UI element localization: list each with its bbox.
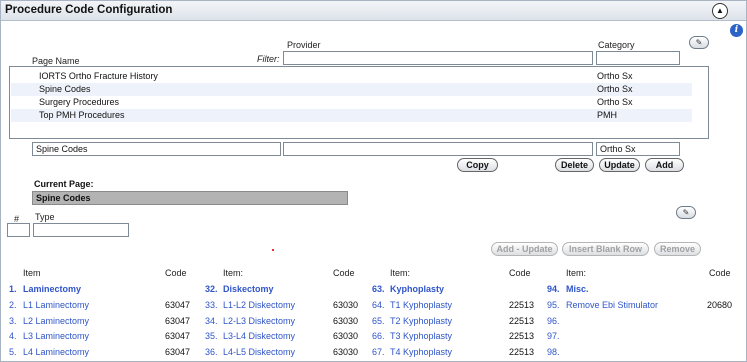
table-row-item[interactable]: L4-L5 Diskectomy [223,347,295,358]
number-input[interactable] [7,223,30,237]
row-number: 65. [372,316,385,326]
table-row-item[interactable]: Misc. [566,284,589,295]
procedure-code-config-panel: Procedure Code Configuration ▲ i Provide… [0,0,747,362]
table-row-item[interactable]: Laminectomy [23,284,81,295]
row-number: 2. [9,300,17,310]
row-number: 35. [205,331,218,341]
clear-entry-eraser-icon[interactable]: ✎ [676,206,696,219]
list-item[interactable]: Top PMH Procedures PMH [11,109,692,122]
info-icon[interactable]: i [730,24,743,37]
delete-button[interactable]: Delete [555,158,594,172]
table-row-code: 22513 [509,331,535,341]
table-row-item[interactable]: Remove Ebi Stimulator [566,300,658,311]
table-row-code: 63047 [165,347,191,357]
row-number: 64. [372,300,385,310]
row-number: 3. [9,316,17,326]
row-number: 33. [205,300,218,310]
type-input[interactable] [33,223,129,237]
list-item[interactable]: Spine Codes Ortho Sx [11,83,692,96]
list-item[interactable]: IORTS Ortho Fracture History Ortho Sx [11,70,692,83]
column-header-code-3: Code [509,268,531,278]
table-row-item[interactable]: L3-L4 Diskectomy [223,331,295,342]
column-header-item-1: Item [23,268,41,278]
table-row-item[interactable]: L4 Laminectomy [23,347,89,358]
table-row-code: 63047 [165,300,191,310]
table-row-item[interactable]: Diskectomy [223,284,274,295]
remove-button[interactable]: Remove [654,242,701,256]
table-row-item[interactable]: L1 Laminectomy [23,300,89,311]
table-row-code: 63030 [333,347,359,357]
column-header-code-4: Code [709,268,731,278]
table-row-code: 63047 [165,331,191,341]
category-label: Category [598,40,635,50]
chevron-up-icon[interactable]: ▲ [712,3,728,19]
column-header-code-2: Code [333,268,355,278]
provider-input[interactable] [283,142,593,156]
table-row-code: 63030 [333,316,359,326]
row-number: 1. [9,284,17,294]
provider-filter-input[interactable] [283,51,593,65]
table-row-code: 63030 [333,300,359,310]
table-row-item[interactable]: L1-L2 Diskectomy [223,300,295,311]
row-number: 98. [547,347,560,357]
row-number: 67. [372,347,385,357]
row-number: 5. [9,347,17,357]
type-label: Type [35,212,55,222]
row-number: 94. [547,284,560,294]
table-row-item[interactable]: T2 Kyphoplasty [390,316,452,327]
current-page-value: Spine Codes [32,191,348,205]
table-row-item[interactable]: L2-L3 Diskectomy [223,316,295,327]
page-name-input[interactable] [32,142,281,156]
column-header-item-2: Item: [223,268,244,278]
table-row-code: 63047 [165,316,191,326]
filter-label: Filter: [257,54,280,64]
list-item[interactable]: Surgery Procedures Ortho Sx [11,96,692,109]
category-filter-input[interactable] [596,51,680,65]
row-number: 95. [547,300,560,310]
row-number: 66. [372,331,385,341]
table-row-code: 22513 [509,347,535,357]
title-bar: Procedure Code Configuration ▲ [1,1,746,21]
add-update-button[interactable]: Add - Update [491,242,558,256]
column-header-item-4: Item: [566,268,587,278]
current-page-label: Current Page: [34,179,94,189]
red-dot [272,249,274,251]
page-name-label: Page Name [32,56,80,66]
category-input[interactable] [596,142,680,156]
table-row-code: 20680 [707,300,733,310]
table-row-code: 22513 [509,300,535,310]
table-row-item[interactable]: L3 Laminectomy [23,331,89,342]
table-row-item[interactable]: T4 Kyphoplasty [390,347,452,358]
table-row-code: 22513 [509,316,535,326]
column-header-item-3: Item: [390,268,411,278]
insert-blank-row-button[interactable]: Insert Blank Row [562,242,649,256]
add-button[interactable]: Add [645,158,684,172]
provider-label: Provider [287,40,321,50]
update-button[interactable]: Update [599,158,640,172]
row-number: 97. [547,331,560,341]
panel-title: Procedure Code Configuration [5,4,173,16]
table-row-code: 63030 [333,331,359,341]
row-number: 63. [372,284,385,294]
row-number: 96. [547,316,560,326]
row-number: 34. [205,316,218,326]
clear-filter-eraser-icon[interactable]: ✎ [689,36,709,49]
page-list[interactable]: IORTS Ortho Fracture History Ortho Sx Sp… [9,66,709,139]
table-row-item[interactable]: L2 Laminectomy [23,316,89,327]
table-row-item[interactable]: T3 Kyphoplasty [390,331,452,342]
row-number: 32. [205,284,218,294]
copy-button[interactable]: Copy [457,158,498,172]
row-number: 4. [9,331,17,341]
row-number: 36. [205,347,218,357]
table-row-item[interactable]: T1 Kyphoplasty [390,300,452,311]
table-row-item[interactable]: Kyphoplasty [390,284,444,295]
column-header-code-1: Code [165,268,187,278]
